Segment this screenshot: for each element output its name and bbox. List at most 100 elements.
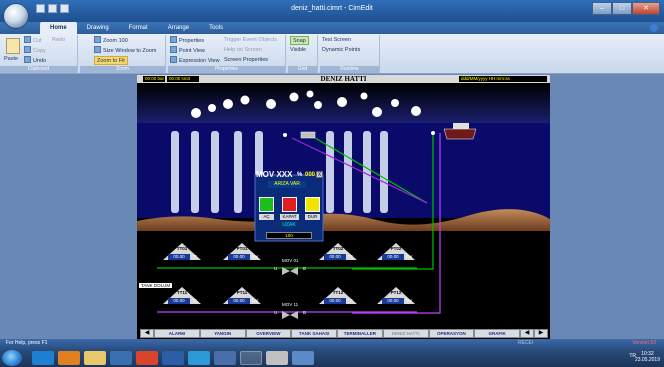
bubble [411,106,421,116]
mov-close-valve-button[interactable] [282,197,297,212]
zoom-button[interactable]: Zoom 100 [94,36,128,45]
mov-close-button[interactable]: X [316,171,323,178]
mov-stop-button[interactable] [305,197,320,212]
bubble-stream [234,131,242,213]
media-player-icon[interactable] [58,351,80,365]
status-middle-text: RECEI [518,340,534,346]
pt12-value[interactable]: 00.00 [382,298,404,304]
tab-drawing[interactable]: Drawing [77,22,119,34]
redo-button[interactable]: Redo [52,36,65,45]
point-view-button[interactable]: Point View [170,46,205,55]
mov-open-button[interactable] [259,197,274,212]
nav-graph[interactable]: GRAFIK [474,329,520,338]
trigger-event-objects-button[interactable]: Trigger Event Objects [224,36,277,45]
tab-tools[interactable]: Tools [199,22,233,34]
ribbon-tabs: Home Drawing Format Arrange Tools [0,22,664,34]
nav-tank-area[interactable]: TANK SAHASI [291,329,337,338]
mov-position-value: 000 [305,172,316,178]
properties-button[interactable]: Properties [170,36,204,45]
skype-icon[interactable] [188,351,210,365]
expression-view-button[interactable]: Expression View [170,56,220,65]
taskbar: TR 10:32 23.05.2019 [0,349,664,367]
nav-overview[interactable]: OVERVIEW [245,329,292,338]
tool-icon[interactable] [266,351,288,365]
paste-button[interactable]: Paste [4,55,18,64]
chrome-icon[interactable] [136,351,158,365]
bubble [306,90,314,98]
size-window-label: Size Window to Zoom [103,48,157,54]
tt12-name: TT12 [332,290,344,295]
grid-visible-label: Visible [290,47,307,53]
help-icon[interactable] [650,24,658,32]
paste-icon[interactable] [6,38,20,54]
mov-title: MOV XXX [256,170,293,179]
network-icon[interactable] [110,351,132,365]
cimedit-taskbar-item[interactable] [240,351,262,365]
tab-home[interactable]: Home [40,22,77,34]
network-share-icon[interactable] [214,351,236,365]
screen-properties-button[interactable]: Screen Properties [224,56,268,65]
copy-icon [24,46,31,53]
tt02-value[interactable]: 00.00 [324,254,346,260]
undo-label: Undo [33,58,47,64]
nav-prev-icon[interactable]: ◀ [520,329,534,338]
pt11-value[interactable]: 00.00 [228,298,250,304]
instrument-triangles [163,243,415,304]
snap-toggle[interactable]: Snap [290,36,309,45]
nav-fire[interactable]: YANGIN [199,329,246,338]
close-button[interactable]: ✕ [632,2,660,15]
cut-icon [24,36,31,43]
bubble [372,107,382,117]
properties-icon [170,36,177,43]
maximize-button[interactable]: □ [612,2,632,15]
pt12-name: PT12 [390,290,402,295]
copy-button[interactable]: Copy [24,46,46,55]
title-bar: deniz_hatti.cimrt - CimEdit – □ ✕ [0,0,664,22]
grid-visible-toggle[interactable]: Visible [290,46,306,55]
bubble [314,101,322,109]
clock[interactable]: 10:32 23.05.2019 [635,351,660,363]
ie-icon[interactable] [32,351,54,365]
nav-alarm[interactable]: ALARM [154,329,200,338]
app-icon[interactable] [292,351,314,365]
zoom-to-fit-button[interactable]: Zoom to Fit [94,56,128,65]
nav-back-arrow-icon[interactable]: ◀ [140,329,154,338]
size-window-button[interactable]: Size Window to Zoom [94,46,157,55]
expression-view-icon [170,56,177,63]
bubble [240,95,250,105]
hmi-screen[interactable]: 00:00 bar 00.00 sm3 DENIZ HATTI ddd/MM/y… [137,75,550,339]
nav-terminals[interactable]: TERMINALLER [337,329,383,338]
mov-output-field: 100 [266,232,312,239]
start-button[interactable] [2,350,22,366]
nav-next-icon[interactable]: ▶ [534,329,548,338]
tt11-value[interactable]: 00.00 [168,298,190,304]
explorer-icon[interactable] [84,351,106,365]
mov-mode-indicator: UZAK [274,222,304,229]
test-screen-button[interactable]: Test Screen [322,36,351,45]
tab-format[interactable]: Format [119,22,158,34]
application-menu-button[interactable] [3,3,29,29]
properties-group: Properties Point View Expression View Tr… [168,35,286,73]
pt11-name: PT11 [236,290,248,295]
undo-button[interactable]: Undo [24,56,46,65]
dynamic-points-button[interactable]: Dynamic Points [322,46,360,55]
cut-button[interactable]: Cut [24,36,42,45]
vmware-icon[interactable] [162,351,184,365]
tab-arrange[interactable]: Arrange [158,22,199,34]
properties-group-label: Properties [168,66,285,73]
bubble [266,99,276,109]
status-version: Version 10 [632,340,656,346]
bubble-stream [191,131,199,213]
minimize-button[interactable]: – [592,2,612,15]
nav-operation[interactable]: OPERASYON [428,329,475,338]
bubble-stream [326,131,334,213]
grid-group-label: Grid [288,66,317,73]
zoom-label: Zoom 100 [103,38,128,44]
tt01-value[interactable]: 00.00 [168,254,190,260]
help-on-screen-button[interactable]: Help on Screen [224,46,262,55]
pt01-value[interactable]: 00.00 [228,254,250,260]
tt12-value[interactable]: 00.00 [324,298,346,304]
mov11-u: U [274,310,278,315]
pt02-value[interactable]: 00.00 [382,254,404,260]
nav-sea-line[interactable]: DENIZ HATTI [382,329,429,338]
